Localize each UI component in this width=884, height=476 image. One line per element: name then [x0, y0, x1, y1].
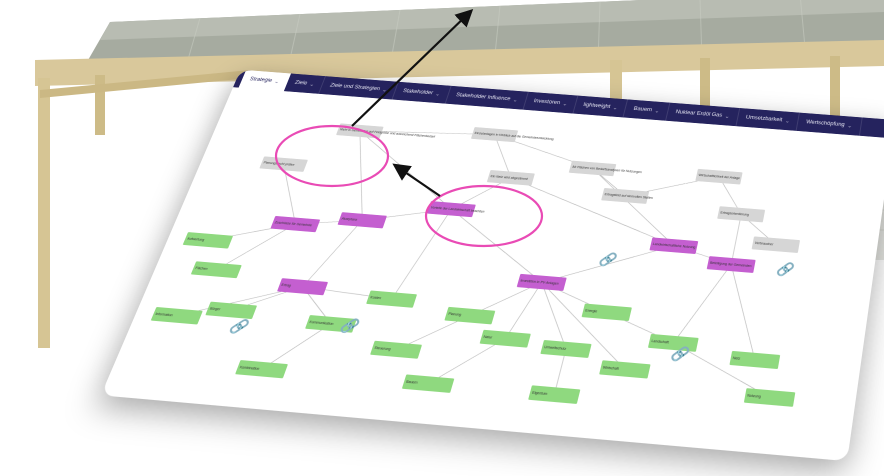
graph-node-purple[interactable]: Zuschüsse für Gemeinde: [270, 215, 321, 233]
graph-node-green[interactable]: Kombination: [235, 360, 288, 379]
graph-edge: [673, 261, 731, 346]
graph-node-gray[interactable]: Ein Netz wird abgestimmt: [486, 169, 535, 186]
graph-node-purple[interactable]: Landwirtschaftliche Nutzung: [649, 237, 699, 255]
diagram-card: Strategie ⌄ Ziele ⌄ Ziele und Strategien ⌄ …: [100, 69, 884, 462]
tab-label: Stakeholder Influence: [455, 92, 511, 102]
graph-edge: [392, 207, 452, 302]
graph-node-green[interactable]: Wirtschaft: [599, 360, 651, 379]
graph-node-green[interactable]: Aufwertung: [182, 232, 234, 249]
chevron-down-icon: ⌄: [561, 101, 569, 107]
graph-node-purple[interactable]: Investition in PV-Anlagen: [516, 273, 567, 291]
tab-label: Strategie: [248, 76, 273, 84]
graph-edge: [431, 209, 559, 282]
graph-node-green[interactable]: Information: [150, 306, 203, 325]
graph-node-purple[interactable]: Vorteile der Landwirtschaft beachten: [426, 201, 487, 218]
link-icon[interactable]: 🔗: [597, 251, 619, 269]
tab-label: Nuklear Erdöl Gas: [675, 109, 723, 119]
graph-node-green[interactable]: Bauern: [401, 374, 455, 393]
link-icon[interactable]: 🔗: [669, 344, 691, 363]
graph-edge: [495, 178, 686, 246]
node-label: Netz: [732, 356, 740, 361]
graph-node-green[interactable]: Steuerung: [370, 340, 423, 359]
graph-node-purple[interactable]: Beteiligung der Gemeinden: [706, 256, 756, 273]
chevron-down-icon: ⌄: [724, 114, 731, 120]
chevron-down-icon: ⌄: [512, 97, 519, 103]
graph-edge: [574, 168, 689, 245]
graph-edge: [328, 131, 393, 220]
node-label: Energie: [585, 308, 598, 313]
chevron-down-icon: ⌄: [654, 108, 661, 114]
graph-edge: [505, 281, 541, 341]
graph-node-green[interactable]: Planung: [444, 306, 496, 325]
graph-node-gray[interactable]: Wirtschaftlichkeit der Anlage: [695, 168, 743, 185]
graph-node-gray[interactable]: Ertragsfeld auf sinnvollen Stellen: [601, 187, 654, 204]
mind-map-graph: Mehr in Gemeinden auf Feldgröße und ausr…: [150, 87, 801, 407]
tab-label: Ziele: [293, 80, 308, 87]
tab-label: Investoren: [532, 98, 561, 106]
graph-node-gray[interactable]: Ertragsorientierung: [717, 206, 766, 223]
graph-node-green[interactable]: Energie: [581, 303, 632, 322]
link-icon[interactable]: 🔗: [227, 317, 252, 336]
graph-node-gray[interactable]: Einzelanlagen in Hinblick auf die Gemein…: [470, 127, 555, 145]
chevron-down-icon: ⌄: [846, 123, 853, 129]
node-label: Kosten: [370, 295, 382, 300]
node-label: Ertrag: [281, 283, 292, 288]
chevron-down-icon: ⌄: [381, 87, 388, 93]
tab-label: Umsetzbarkeit: [745, 115, 783, 123]
graph-node-green[interactable]: Umweltschutz: [540, 339, 592, 358]
graph-edge: [713, 265, 772, 360]
graph-node-purple[interactable]: Akzeptanz: [337, 212, 387, 229]
graph-edge: [261, 164, 317, 224]
node-label: Bauern: [406, 380, 419, 385]
tab-label: Ziele und Strategien: [329, 83, 381, 92]
graph-node-gray[interactable]: Verbraucher: [751, 236, 801, 254]
graph-edge: [731, 214, 741, 264]
tab-label: Stakeholder: [402, 88, 434, 96]
graph-nodes: Mehr in Gemeinden auf Feldgröße und ausr…: [150, 123, 801, 407]
tab-label: Bauern: [633, 106, 653, 113]
graph-node-green[interactable]: Kosten: [366, 290, 418, 308]
chevron-down-icon: ⌄: [434, 91, 441, 97]
graph-node-green[interactable]: Flächen: [190, 261, 242, 279]
graph-node-green[interactable]: Eigentum: [528, 385, 581, 404]
graph-node-gray[interactable]: Mehr in Gemeinden auf Feldgröße und ausr…: [335, 123, 437, 142]
graph-node-gray[interactable]: Ab Flächen von Bedarfsanalysen für Nutzu…: [568, 160, 644, 179]
chevron-down-icon: ⌄: [784, 118, 791, 124]
graph-node-green[interactable]: Netz: [729, 350, 781, 370]
link-icon[interactable]: 🔗: [775, 260, 796, 278]
graph-edge: [335, 131, 474, 209]
chevron-down-icon: ⌄: [308, 81, 316, 88]
graph-node-green[interactable]: Nutzung: [743, 388, 796, 407]
tab-label: Wertschöpfung: [805, 119, 845, 128]
graph-node-green[interactable]: Natur: [479, 329, 531, 348]
chevron-down-icon: ⌄: [273, 79, 281, 85]
tab-label: lightweight: [582, 102, 611, 110]
graph-node-gray[interactable]: Planungsrecht prüfen: [259, 156, 308, 172]
chevron-down-icon: ⌄: [612, 105, 619, 111]
